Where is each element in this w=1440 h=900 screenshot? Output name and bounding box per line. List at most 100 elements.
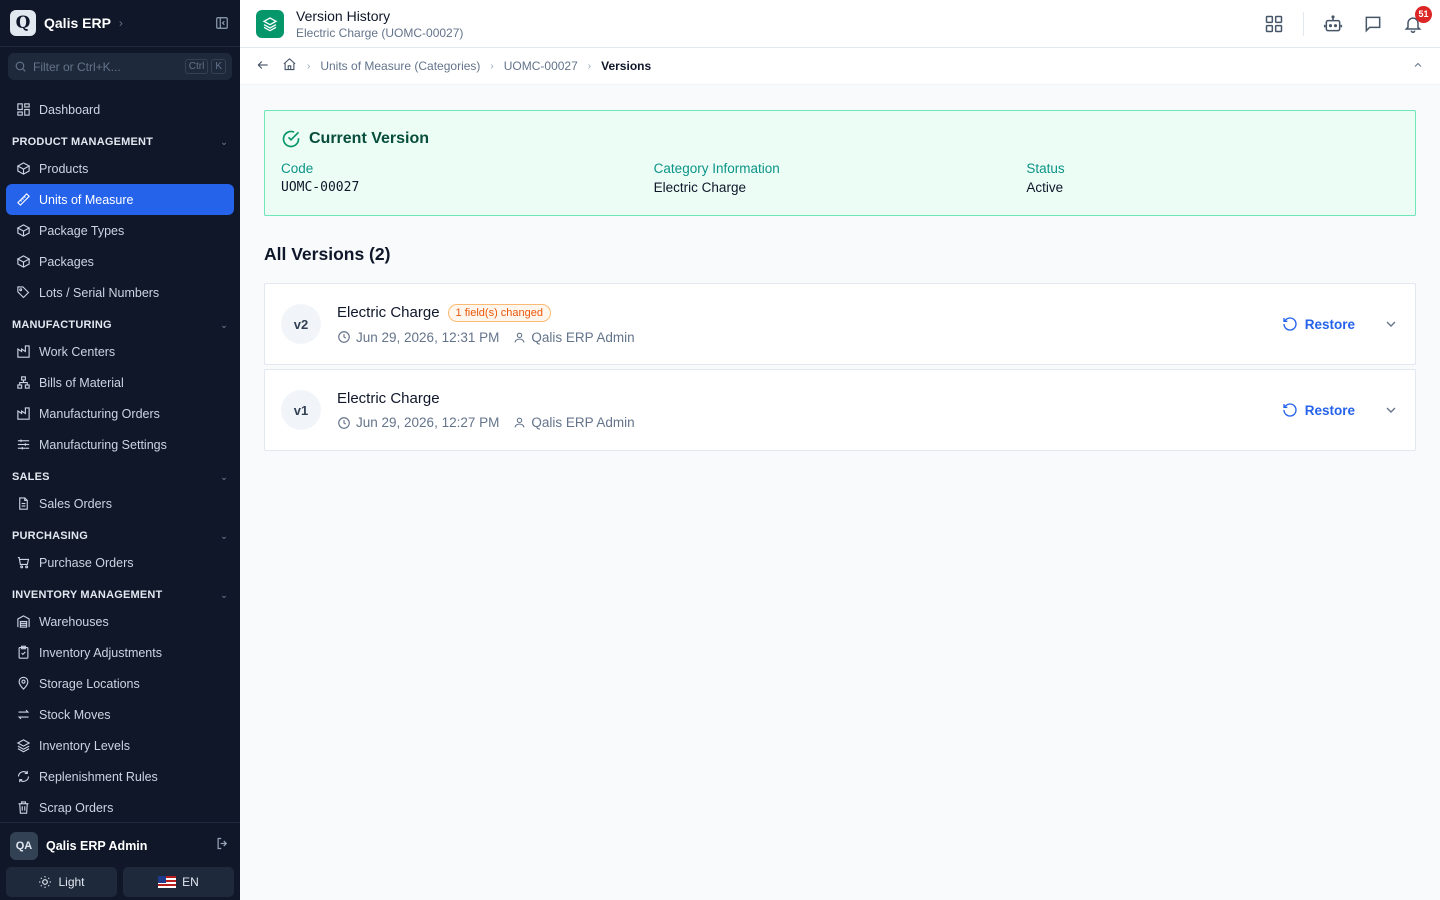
apps-grid-icon[interactable] [1263,13,1285,35]
sidebar-item-products[interactable]: Products [6,153,234,184]
restore-label: Restore [1304,402,1355,418]
sidebar-item-stock-moves[interactable]: Stock Moves [6,699,234,730]
app-name[interactable]: Qalis ERP [44,15,111,31]
chevron-down-icon[interactable]: ⌄ [220,137,228,148]
section-product-management[interactable]: PRODUCT MANAGEMENT ⌄ [0,131,240,153]
breadcrumb-current: Versions [601,59,652,73]
sidebar-item-warehouses[interactable]: Warehouses [6,606,234,637]
language-label: EN [182,875,199,889]
sidebar-filter[interactable]: Ctrl K [8,53,232,80]
current-version-title: Current Version [309,130,430,147]
version-user: Qalis ERP Admin [531,329,635,345]
ruler-icon [17,193,30,206]
chevron-down-icon[interactable]: ⌄ [220,531,228,542]
sidebar-item-scrap-orders[interactable]: Scrap Orders [6,792,234,823]
top-actions: 51 [1263,5,1432,36]
chevron-up-icon[interactable] [1412,59,1424,74]
restore-button[interactable]: Restore [1282,316,1355,332]
version-item[interactable]: v2 Electric Charge 1 field(s) changed Ju… [264,283,1416,365]
bell-icon[interactable]: 51 [1402,5,1432,35]
section-label: MANUFACTURING [12,319,112,331]
chevron-down-icon[interactable]: ⌄ [220,320,228,331]
sidebar-item-bills-of-material[interactable]: Bills of Material [6,367,234,398]
arrows-swap-icon [17,709,30,720]
sidebar-item-label: Inventory Levels [39,738,131,753]
warehouse-icon [17,615,30,628]
section-sales[interactable]: SALES ⌄ [0,466,240,488]
sidebar-item-label: Dashboard [39,102,101,117]
breadcrumb-uom-categories[interactable]: Units of Measure (Categories) [320,59,480,73]
field-status: Status Active [1026,161,1399,195]
sidebar-item-work-centers[interactable]: Work Centers [6,336,234,367]
sidebar-item-replenishment-rules[interactable]: Replenishment Rules [6,761,234,792]
chevron-right-icon: › [490,60,494,72]
chevron-right-icon: › [307,60,311,72]
sidebar-item-sales-orders[interactable]: Sales Orders [6,488,234,519]
chevron-right-icon[interactable]: › [119,16,123,30]
hierarchy-icon [17,376,30,389]
version-actions: Restore [1282,402,1399,418]
home-icon[interactable] [282,57,297,75]
sidebar-item-label: Packages [39,254,94,269]
sidebar-item-manufacturing-settings[interactable]: Manufacturing Settings [6,429,234,460]
chevron-down-icon[interactable] [1383,402,1399,418]
sidebar-item-dashboard[interactable]: Dashboard [6,94,234,125]
sidebar-item-units-of-measure[interactable]: Units of Measure [6,184,234,215]
restore-button[interactable]: Restore [1282,402,1355,418]
sidebar-item-lots[interactable]: Lots / Serial Numbers [6,277,234,308]
avatar[interactable]: QA [10,832,38,860]
bot-icon[interactable] [1322,13,1344,35]
sidebar-item-storage-locations[interactable]: Storage Locations [6,668,234,699]
theme-label: Light [58,875,85,889]
version-name-row: Electric Charge [337,390,635,407]
changes-badge: 1 field(s) changed [447,303,551,322]
divider [1303,11,1304,36]
sidebar-item-purchase-orders[interactable]: Purchase Orders [6,547,234,578]
version-date: Jun 29, 2026, 12:27 PM [356,415,500,430]
current-version-heading: Current Version [281,129,1399,149]
chat-icon[interactable] [1362,13,1384,35]
sidebar-item-package-types[interactable]: Package Types [6,215,234,246]
sidebar-item-label: Products [39,161,89,176]
sidebar-item-inventory-adjustments[interactable]: Inventory Adjustments [6,637,234,668]
restore-icon [1283,317,1297,331]
section-manufacturing[interactable]: MANUFACTURING ⌄ [0,314,240,336]
version-date: Jun 29, 2026, 12:31 PM [356,329,500,345]
sidebar-item-packages[interactable]: Packages [6,246,234,277]
field-code: Code UOMC-00027 [281,161,654,195]
section-label: SALES [12,471,50,483]
sidebar-item-label: Inventory Adjustments [39,645,162,660]
field-value: UOMC-00027 [281,180,360,195]
section-inventory-management[interactable]: INVENTORY MANAGEMENT ⌄ [0,584,240,606]
sidebar-item-label: Package Types [39,223,125,238]
factory-icon [17,345,30,358]
version-tag: v1 [281,390,321,430]
sidebar-item-label: Purchase Orders [39,555,134,570]
language-button[interactable]: EN [123,867,234,897]
chevron-down-icon[interactable]: ⌄ [220,472,228,483]
sidebar-item-manufacturing-orders[interactable]: Manufacturing Orders [6,398,234,429]
sun-icon [39,876,52,888]
field-value: Electric Charge [653,180,746,195]
section-purchasing[interactable]: PURCHASING ⌄ [0,525,240,547]
app-logo[interactable]: Q [10,10,36,36]
breadcrumb-record[interactable]: UOMC-00027 [504,59,578,73]
user-profile[interactable]: QA Qalis ERP Admin [0,829,240,863]
filter-input[interactable] [33,59,182,74]
theme-toggle-button[interactable]: Light [6,867,117,897]
factory-icon [17,407,30,420]
logout-icon[interactable] [215,836,230,856]
chevron-down-icon[interactable]: ⌄ [220,590,228,601]
current-version-card: Current Version Code UOMC-00027 Category… [264,110,1416,216]
chevron-down-icon[interactable] [1383,316,1399,332]
sidebar-item-label: Bills of Material [39,375,124,390]
section-label: PURCHASING [12,530,88,542]
sidebar-item-inventory-levels[interactable]: Inventory Levels [6,730,234,761]
sidebar-collapse-icon[interactable] [214,15,230,31]
back-arrow-icon[interactable] [256,58,270,75]
sliders-icon [17,439,30,450]
field-label: Status [1026,161,1065,176]
version-item[interactable]: v1 Electric Charge Jun 29, 2026, 12:27 P… [264,369,1416,451]
cart-icon [17,556,30,569]
dashboard-icon [17,103,30,116]
